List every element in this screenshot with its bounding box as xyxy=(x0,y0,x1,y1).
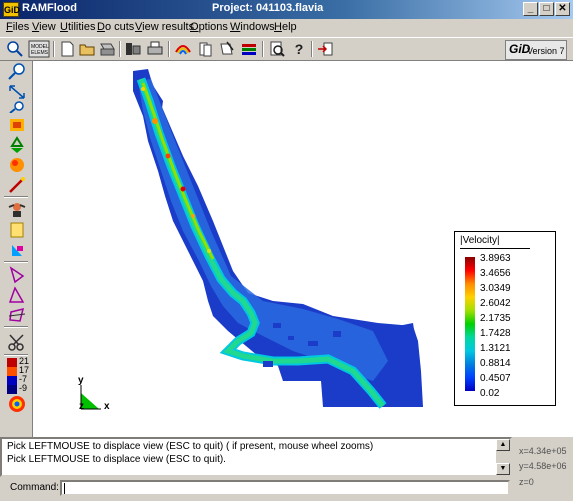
legend-value: 0.02 xyxy=(480,388,500,399)
note-icon[interactable] xyxy=(7,221,27,239)
menu-view-results[interactable]: View results xyxy=(135,21,194,33)
coord-y: y=4.58e+06 xyxy=(519,461,567,471)
legend-title: |Velocity| xyxy=(460,235,500,246)
coordinates-panel: x=4.34e+05 y=4.58e+06 z=0 xyxy=(515,437,573,495)
coord-z: z=0 xyxy=(519,477,534,487)
app-icon: GiD xyxy=(3,2,20,17)
legend-value: 3.4656 xyxy=(480,268,511,279)
menu-windows[interactable]: Windows xyxy=(230,21,275,33)
text-cursor xyxy=(64,483,65,494)
scroll-up-icon[interactable]: ▲ xyxy=(496,439,510,451)
toolbar-separator xyxy=(311,41,313,57)
menu-help[interactable]: Help xyxy=(274,21,297,33)
zoom-out-icon[interactable] xyxy=(7,83,27,101)
exit-icon[interactable] xyxy=(316,40,334,58)
help-icon[interactable]: ? xyxy=(290,40,308,58)
axis-z-label: z xyxy=(79,401,84,412)
pages-icon[interactable] xyxy=(196,40,214,58)
graphics-canvas[interactable]: y z x |Velocity| 3.8963 3.4656 3.0349 2.… xyxy=(32,61,573,437)
printer-icon[interactable] xyxy=(146,40,164,58)
console-line: Pick LEFTMOUSE to displace view (ESC to … xyxy=(7,441,374,452)
menu-bar: Files View Utilities Do cuts View result… xyxy=(0,19,573,37)
model-elements-icon[interactable]: MODEL ELEMS xyxy=(28,40,50,58)
command-label: Command: xyxy=(10,482,59,493)
velocity-legend: |Velocity| 3.8963 3.4656 3.0349 2.6042 2… xyxy=(454,231,556,406)
toolbar-separator xyxy=(53,41,55,57)
legend-value: 2.1735 xyxy=(480,313,511,324)
command-bar: Command: xyxy=(0,479,512,499)
left-toolbar-separator xyxy=(4,261,28,263)
zoom-in-icon[interactable] xyxy=(7,63,27,81)
maximize-button[interactable]: □ xyxy=(539,2,554,16)
legend-value: 1.3121 xyxy=(480,343,511,354)
person-icon[interactable] xyxy=(7,201,27,219)
toolbar-separator xyxy=(119,41,121,57)
message-console: Pick LEFTMOUSE to displace view (ESC to … xyxy=(0,437,512,477)
gid-version-label: Version 7 xyxy=(527,46,565,56)
legend-value: 1.7428 xyxy=(480,328,511,339)
menu-view[interactable]: View xyxy=(32,21,56,33)
legend-value: 3.0349 xyxy=(480,283,511,294)
scissors-icon[interactable] xyxy=(7,333,27,351)
color-scale-icon[interactable] xyxy=(7,358,17,394)
axis-y-label: y xyxy=(78,375,84,386)
left-toolbar: 21 17 -7 -9 xyxy=(0,61,32,435)
gid-logo: GiD Version 7 xyxy=(505,40,567,60)
menu-utilities[interactable]: Utilities xyxy=(60,21,95,33)
legend-value: 0.4507 xyxy=(480,373,511,384)
scroll-down-icon[interactable]: ▼ xyxy=(496,463,510,475)
light-icon[interactable] xyxy=(7,156,27,174)
menu-files[interactable]: Files xyxy=(6,21,29,33)
shape-icon[interactable] xyxy=(7,286,27,304)
command-input[interactable] xyxy=(60,480,510,496)
search-doc-icon[interactable] xyxy=(268,40,286,58)
vector-icon[interactable] xyxy=(7,241,27,259)
rainbow-icon[interactable] xyxy=(174,40,192,58)
pan-icon[interactable] xyxy=(7,101,27,114)
toolbar-separator xyxy=(262,41,264,57)
zoom-in-icon[interactable] xyxy=(6,40,24,58)
app-title: RAMFlood xyxy=(22,2,77,14)
new-icon[interactable] xyxy=(58,40,76,58)
scale-label: -9 xyxy=(19,383,28,393)
legend-underline xyxy=(460,248,530,249)
legend-value: 0.8814 xyxy=(480,358,511,369)
left-toolbar-separator xyxy=(4,196,28,198)
axes-indicator: y z x xyxy=(78,375,110,412)
coord-x: x=4.34e+05 xyxy=(519,446,567,456)
svg-text:ELEMS: ELEMS xyxy=(31,50,49,56)
recycle-icon[interactable] xyxy=(7,136,27,154)
notes-icon[interactable] xyxy=(218,40,236,58)
toolbar-separator xyxy=(168,41,170,57)
title-bar: GiD RAMFlood Project: 041103.flavia _ □ … xyxy=(0,0,573,19)
close-button[interactable]: ✕ xyxy=(555,2,570,16)
shape-alt-icon[interactable] xyxy=(7,306,27,324)
project-title: Project: 041103.flavia xyxy=(212,2,324,14)
legend-color-bar xyxy=(465,257,475,391)
console-line: Pick LEFTMOUSE to displace view (ESC to … xyxy=(7,454,226,465)
minimize-button[interactable]: _ xyxy=(523,2,538,16)
rotate-icon[interactable] xyxy=(7,116,27,134)
main-toolbar: MODEL ELEMS ? GiD Version 7 xyxy=(0,37,573,61)
menu-do-cuts[interactable]: Do cuts xyxy=(97,21,134,33)
books-icon[interactable] xyxy=(240,40,258,58)
wand-icon[interactable] xyxy=(7,176,27,194)
triangle-icon[interactable] xyxy=(7,266,27,284)
legend-value: 2.6042 xyxy=(480,298,511,309)
menu-options[interactable]: Options xyxy=(190,21,228,33)
open-icon[interactable] xyxy=(78,40,96,58)
console-scrollbar[interactable]: ▲ ▼ xyxy=(496,439,510,475)
legend-value: 3.8963 xyxy=(480,253,511,264)
print-icon[interactable] xyxy=(124,40,142,58)
starburst-icon[interactable] xyxy=(7,395,27,413)
left-toolbar-separator xyxy=(4,326,28,328)
axis-x-label: x xyxy=(104,401,110,412)
save-icon[interactable] xyxy=(98,40,116,58)
